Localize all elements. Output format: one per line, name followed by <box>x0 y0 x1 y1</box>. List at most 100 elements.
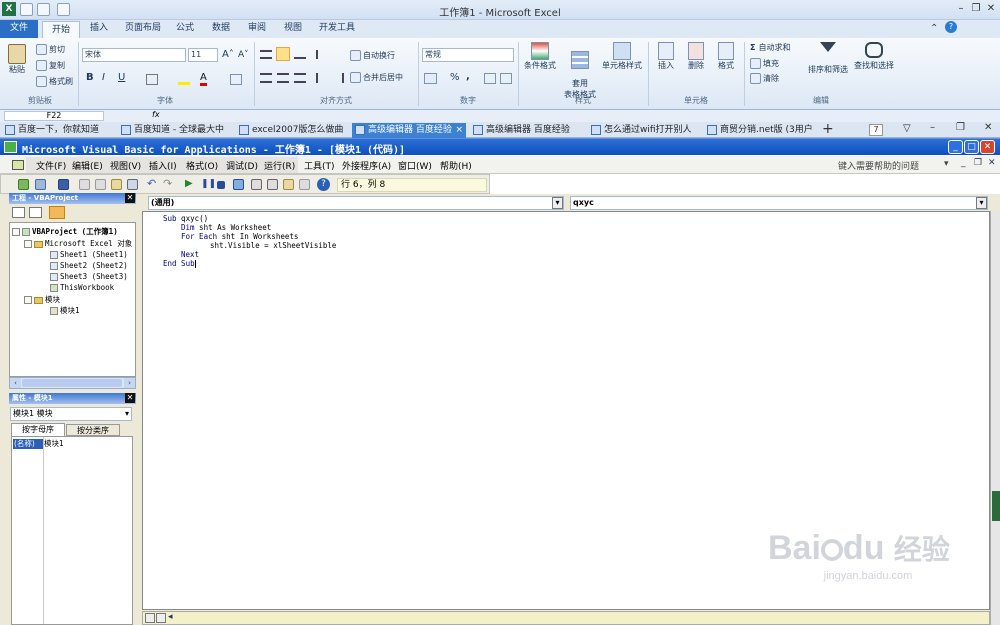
browser-tab[interactable]: 怎么通过wifi打开别人 <box>588 123 700 138</box>
phonetic-icon[interactable] <box>230 74 242 85</box>
decrease-decimal-icon[interactable] <box>500 73 512 84</box>
tab-developer[interactable]: 开发工具 <box>315 20 359 38</box>
browser-tab[interactable]: 百度一下，你就知道 <box>2 123 112 138</box>
procedure-view-icon[interactable] <box>145 613 155 623</box>
view-object-icon[interactable] <box>29 207 42 218</box>
copy-button[interactable]: 复制 <box>36 60 65 71</box>
insert-cells-button[interactable]: 插入 <box>654 42 678 71</box>
menu-run[interactable]: 运行(R) <box>264 159 295 172</box>
grow-font-icon[interactable]: A˄ <box>222 49 234 60</box>
menu-addins[interactable]: 外接程序(A) <box>342 159 391 172</box>
help-dropdown-icon[interactable]: ▾ <box>944 159 949 169</box>
border-icon[interactable] <box>146 74 158 85</box>
tab-review[interactable]: 审阅 <box>242 20 272 38</box>
menu-edit[interactable]: 编辑(E) <box>72 159 103 172</box>
clear-button[interactable]: 清除 <box>750 73 779 84</box>
tree-node-sheet1[interactable]: Sheet1 (Sheet1) <box>50 250 128 259</box>
menu-help[interactable]: 帮助(H) <box>440 159 472 172</box>
copy-icon[interactable] <box>95 179 106 190</box>
tree-node-project[interactable]: VBAProject (工作簿1) <box>12 226 118 237</box>
menu-insert[interactable]: 插入(I) <box>149 159 177 172</box>
close-tab-icon[interactable]: × <box>455 123 463 137</box>
code-restore-button[interactable]: ❐ <box>974 158 982 168</box>
underline-button[interactable]: U <box>118 72 125 83</box>
browser-tab[interactable]: 高级编辑器 百度经验 <box>470 123 582 138</box>
menu-debug[interactable]: 调试(D) <box>226 159 258 172</box>
decrease-indent-icon[interactable] <box>316 73 328 83</box>
code-line[interactable]: End Sub <box>163 259 196 268</box>
tab-data[interactable]: 数据 <box>206 20 236 38</box>
property-value-cell[interactable]: 模块1 <box>44 439 64 449</box>
menu-file[interactable]: 文件(F) <box>36 159 66 172</box>
font-color-icon[interactable]: A <box>200 72 207 86</box>
code-hscrollbar[interactable]: ◂ <box>142 611 990 625</box>
project-hscrollbar[interactable]: ‹ › <box>9 377 136 389</box>
tab-page-layout[interactable]: 页面布局 <box>118 20 168 38</box>
vbe-maximize-button[interactable]: □ <box>964 140 979 154</box>
currency-icon[interactable] <box>424 73 437 84</box>
redo-icon[interactable]: ↷ <box>163 177 174 190</box>
procedure-combo[interactable]: qxyc ▾ <box>570 196 988 210</box>
excel-view-icon[interactable] <box>12 160 24 170</box>
minimize-button[interactable]: – <box>930 122 935 133</box>
close-button[interactable]: ✕ <box>983 2 999 16</box>
menu-window[interactable]: 窗口(W) <box>398 159 432 172</box>
align-right-icon[interactable] <box>294 73 306 83</box>
comma-button[interactable]: , <box>466 71 470 82</box>
conditional-format-button[interactable]: 条件格式 <box>522 42 558 71</box>
tree-node-sheet2[interactable]: Sheet2 (Sheet2) <box>50 261 128 270</box>
code-line[interactable]: Next <box>181 250 199 259</box>
toggle-folders-icon[interactable] <box>49 206 65 219</box>
properties-object-combo[interactable]: 模块1 模块 ▾ <box>10 407 132 421</box>
align-middle-icon[interactable] <box>276 47 290 61</box>
properties-icon[interactable] <box>267 179 278 190</box>
insert-userform-icon[interactable] <box>35 179 46 190</box>
code-minimize-button[interactable]: _ <box>961 158 966 168</box>
help-icon[interactable]: ? <box>317 178 330 191</box>
tab-insert[interactable]: 插入 <box>84 20 114 38</box>
vbe-close-button[interactable]: ✕ <box>980 140 995 154</box>
cut-icon[interactable] <box>79 179 90 190</box>
name-box[interactable]: F22 <box>4 111 104 121</box>
scroll-thumb[interactable] <box>22 379 122 387</box>
undo-icon[interactable]: ↶ <box>147 177 158 190</box>
collapse-icon[interactable] <box>12 228 20 236</box>
orientation-icon[interactable] <box>316 50 329 59</box>
align-top-icon[interactable] <box>260 50 272 59</box>
design-mode-icon[interactable] <box>233 179 244 190</box>
merge-center-button[interactable]: 合并后居中 <box>350 72 403 83</box>
align-bottom-icon[interactable] <box>294 50 306 59</box>
code-vscrollbar[interactable] <box>990 211 1000 625</box>
format-painter-button[interactable]: 格式刷 <box>36 76 73 87</box>
code-line[interactable]: Sub qxyc() <box>163 214 208 223</box>
fx-icon[interactable]: fx <box>152 110 160 119</box>
font-name-combo[interactable]: 宋体 <box>82 48 186 62</box>
font-size-combo[interactable]: 11 <box>188 48 218 62</box>
tab-formulas[interactable]: 公式 <box>170 20 200 38</box>
chevron-down-icon[interactable]: ▾ <box>976 197 987 209</box>
help-question-input[interactable]: 键入需要帮助的问题 <box>838 159 919 172</box>
view-code-icon[interactable] <box>12 207 25 218</box>
code-line[interactable]: For Each sht In Worksheets <box>181 232 298 241</box>
code-line[interactable]: sht.Visible = xlSheetVisible <box>210 241 336 250</box>
break-icon[interactable]: ❚❚ <box>201 179 216 190</box>
new-tab-icon[interactable]: + <box>822 121 834 137</box>
number-format-combo[interactable]: 常规 <box>422 48 514 62</box>
filter-icon[interactable]: ▽ <box>903 123 911 134</box>
collapse-icon[interactable] <box>24 240 32 248</box>
restore-button[interactable]: ❐ <box>968 2 984 16</box>
scroll-right-icon[interactable]: › <box>124 378 135 388</box>
tree-node-sheet3[interactable]: Sheet3 (Sheet3) <box>50 272 128 281</box>
find-select-button[interactable]: 查找和选择 <box>852 42 896 71</box>
italic-button[interactable]: I <box>102 72 105 83</box>
delete-cells-button[interactable]: 删除 <box>684 42 708 71</box>
menu-view[interactable]: 视图(V) <box>110 159 141 172</box>
close-button[interactable]: ✕ <box>984 122 992 133</box>
shrink-font-icon[interactable]: A˅ <box>238 50 249 60</box>
tab-home[interactable]: 开始 <box>42 21 80 39</box>
collapse-icon[interactable] <box>24 296 32 304</box>
run-icon[interactable]: ▶ <box>185 178 196 189</box>
tree-node-thisworkbook[interactable]: ThisWorkbook <box>50 283 114 292</box>
align-center-icon[interactable] <box>277 73 289 83</box>
save-icon[interactable] <box>58 179 69 190</box>
